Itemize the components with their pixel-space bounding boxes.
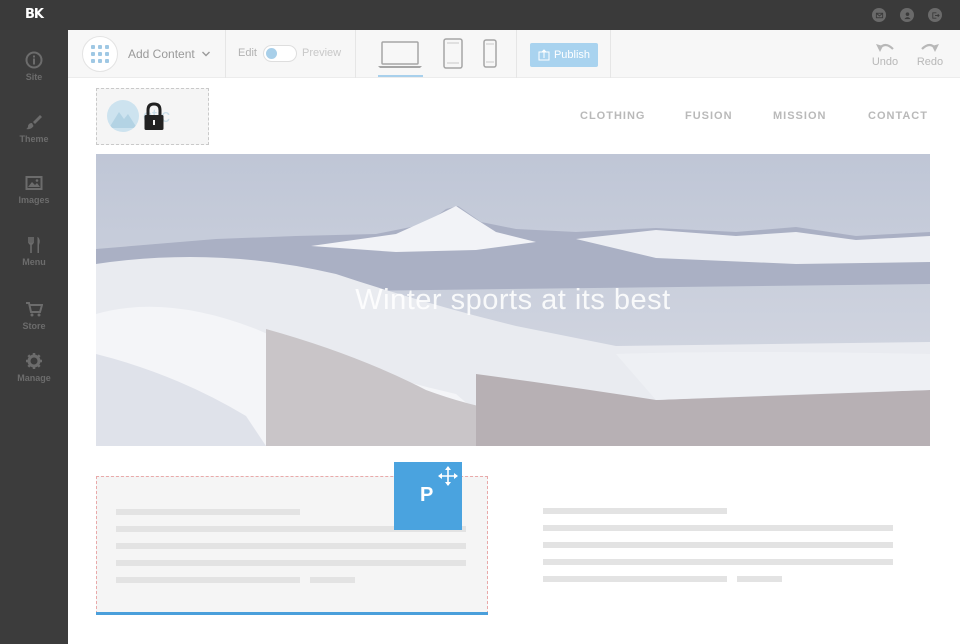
sidebar-item-label: Menu xyxy=(22,257,46,267)
sidebar: Site Theme Images Menu Store Manage xyxy=(0,30,68,644)
sidebar-item-menu[interactable]: Menu xyxy=(0,236,68,267)
logout-icon[interactable] xyxy=(928,8,942,22)
move-arrows-icon xyxy=(438,466,458,486)
text-placeholder-line xyxy=(543,576,727,582)
mail-icon[interactable] xyxy=(872,8,886,22)
site-logo-mountain-icon xyxy=(107,100,139,132)
redo-label: Redo xyxy=(916,56,944,68)
add-content-button[interactable]: Add Content xyxy=(128,47,195,61)
sidebar-item-site[interactable]: Site xyxy=(0,51,68,82)
chevron-down-icon[interactable] xyxy=(201,49,211,59)
add-content-grid-button[interactable] xyxy=(82,36,118,72)
nav-link-contact[interactable]: CONTACT xyxy=(868,110,928,122)
sidebar-item-manage[interactable]: Manage xyxy=(0,352,68,383)
hero-title[interactable]: Winter sports at its best xyxy=(96,284,930,317)
sidebar-item-label: Theme xyxy=(19,134,49,144)
toolbar-divider xyxy=(225,30,226,78)
text-placeholder-line xyxy=(543,542,893,548)
phone-icon[interactable] xyxy=(482,38,498,70)
undo-button[interactable]: Undo xyxy=(865,40,905,68)
lock-icon xyxy=(144,102,164,130)
toggle-knob xyxy=(266,48,277,59)
brush-icon xyxy=(26,115,42,130)
edit-preview-toggle[interactable] xyxy=(263,45,297,62)
gear-icon xyxy=(26,353,42,369)
sidebar-item-label: Site xyxy=(25,72,43,82)
preview-label: Preview xyxy=(302,47,342,59)
text-placeholder-line xyxy=(116,509,300,515)
text-placeholder-line xyxy=(116,560,466,566)
text-placeholder-line xyxy=(543,525,893,531)
site-canvas: ctic CLOTHING FUSION MISSION CONTACT Win… xyxy=(68,78,960,644)
sidebar-item-store[interactable]: Store xyxy=(0,300,68,331)
sidebar-item-images[interactable]: Images xyxy=(0,174,68,205)
info-icon xyxy=(25,51,43,69)
tablet-icon[interactable] xyxy=(442,38,464,70)
fork-knife-icon xyxy=(28,237,40,253)
paragraph-drag-handle[interactable]: P xyxy=(394,462,462,530)
cart-icon xyxy=(26,302,43,317)
toolbar-divider xyxy=(355,30,356,78)
sidebar-item-label: Images xyxy=(18,195,50,205)
redo-icon xyxy=(921,43,939,52)
paragraph-handle-letter: P xyxy=(420,484,434,506)
nav-link-mission[interactable]: MISSION xyxy=(773,110,826,122)
user-icon[interactable] xyxy=(900,8,914,22)
text-placeholder-line xyxy=(543,508,727,514)
toolbar-divider xyxy=(516,30,517,78)
toolbar-divider xyxy=(610,30,611,78)
nav-link-fusion[interactable]: FUSION xyxy=(685,110,733,122)
text-placeholder-line xyxy=(543,559,893,565)
redo-button[interactable]: Redo xyxy=(910,40,950,68)
edit-label: Edit xyxy=(238,47,257,59)
hero-banner[interactable]: Winter sports at its best xyxy=(96,154,930,446)
grid-icon xyxy=(91,45,109,63)
text-placeholder-line xyxy=(310,577,355,583)
selection-underline xyxy=(96,612,488,615)
text-placeholder-line xyxy=(116,543,466,549)
sidebar-item-theme[interactable]: Theme xyxy=(0,113,68,144)
publish-label: Publish xyxy=(553,49,591,61)
sidebar-item-label: Manage xyxy=(17,373,51,383)
publish-icon xyxy=(538,49,550,61)
active-device-indicator xyxy=(378,75,423,77)
site-logo-block[interactable]: ctic xyxy=(96,88,209,145)
nav-link-clothing[interactable]: CLOTHING xyxy=(580,110,645,122)
text-placeholder-line xyxy=(116,577,300,583)
undo-label: Undo xyxy=(871,56,899,68)
editor-toolbar: Add Content Edit Preview Publish Undo Re… xyxy=(68,30,960,78)
top-bar: BK xyxy=(0,0,960,30)
publish-button[interactable]: Publish xyxy=(530,43,598,67)
app-logo[interactable]: BK xyxy=(25,7,44,22)
text-placeholder-line xyxy=(737,576,782,582)
undo-icon xyxy=(876,43,894,52)
laptop-icon[interactable] xyxy=(377,38,423,70)
image-icon xyxy=(25,176,43,190)
sidebar-item-label: Store xyxy=(22,321,46,331)
